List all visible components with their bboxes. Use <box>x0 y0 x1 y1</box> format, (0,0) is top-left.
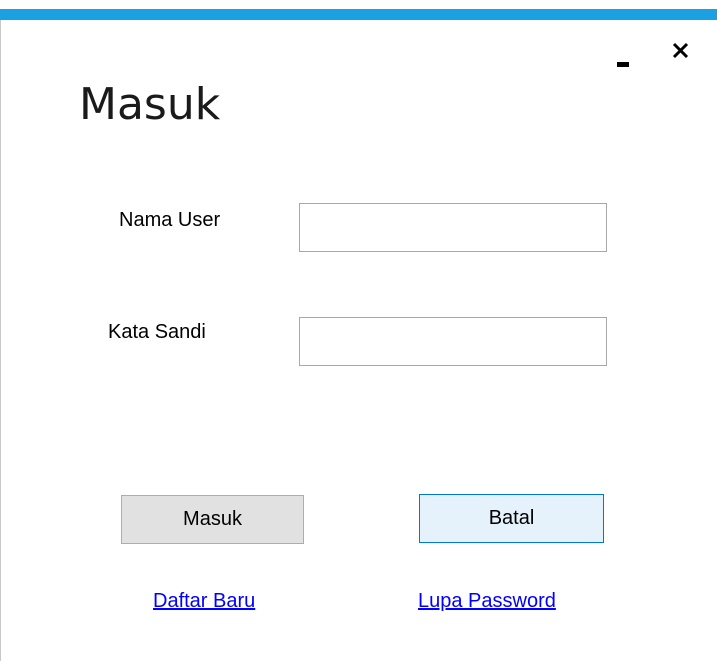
register-link[interactable]: Daftar Baru <box>153 589 255 613</box>
username-label: Nama User <box>119 209 221 231</box>
password-label: Kata Sandi <box>108 321 206 343</box>
login-button[interactable]: Masuk <box>121 495 304 544</box>
close-icon <box>672 42 689 59</box>
minimize-icon <box>617 62 629 67</box>
username-input[interactable] <box>299 203 607 252</box>
window-left-border <box>0 20 1 661</box>
window-accent-bar <box>0 9 717 20</box>
minimize-button[interactable] <box>610 40 636 70</box>
forgot-password-link[interactable]: Lupa Password <box>418 589 556 613</box>
cancel-button[interactable]: Batal <box>419 494 604 543</box>
form-title: Masuk <box>79 79 221 130</box>
login-window: Masuk Nama User Kata Sandi Masuk Batal D… <box>0 0 717 661</box>
close-button[interactable] <box>665 36 695 66</box>
password-input[interactable] <box>299 317 607 366</box>
